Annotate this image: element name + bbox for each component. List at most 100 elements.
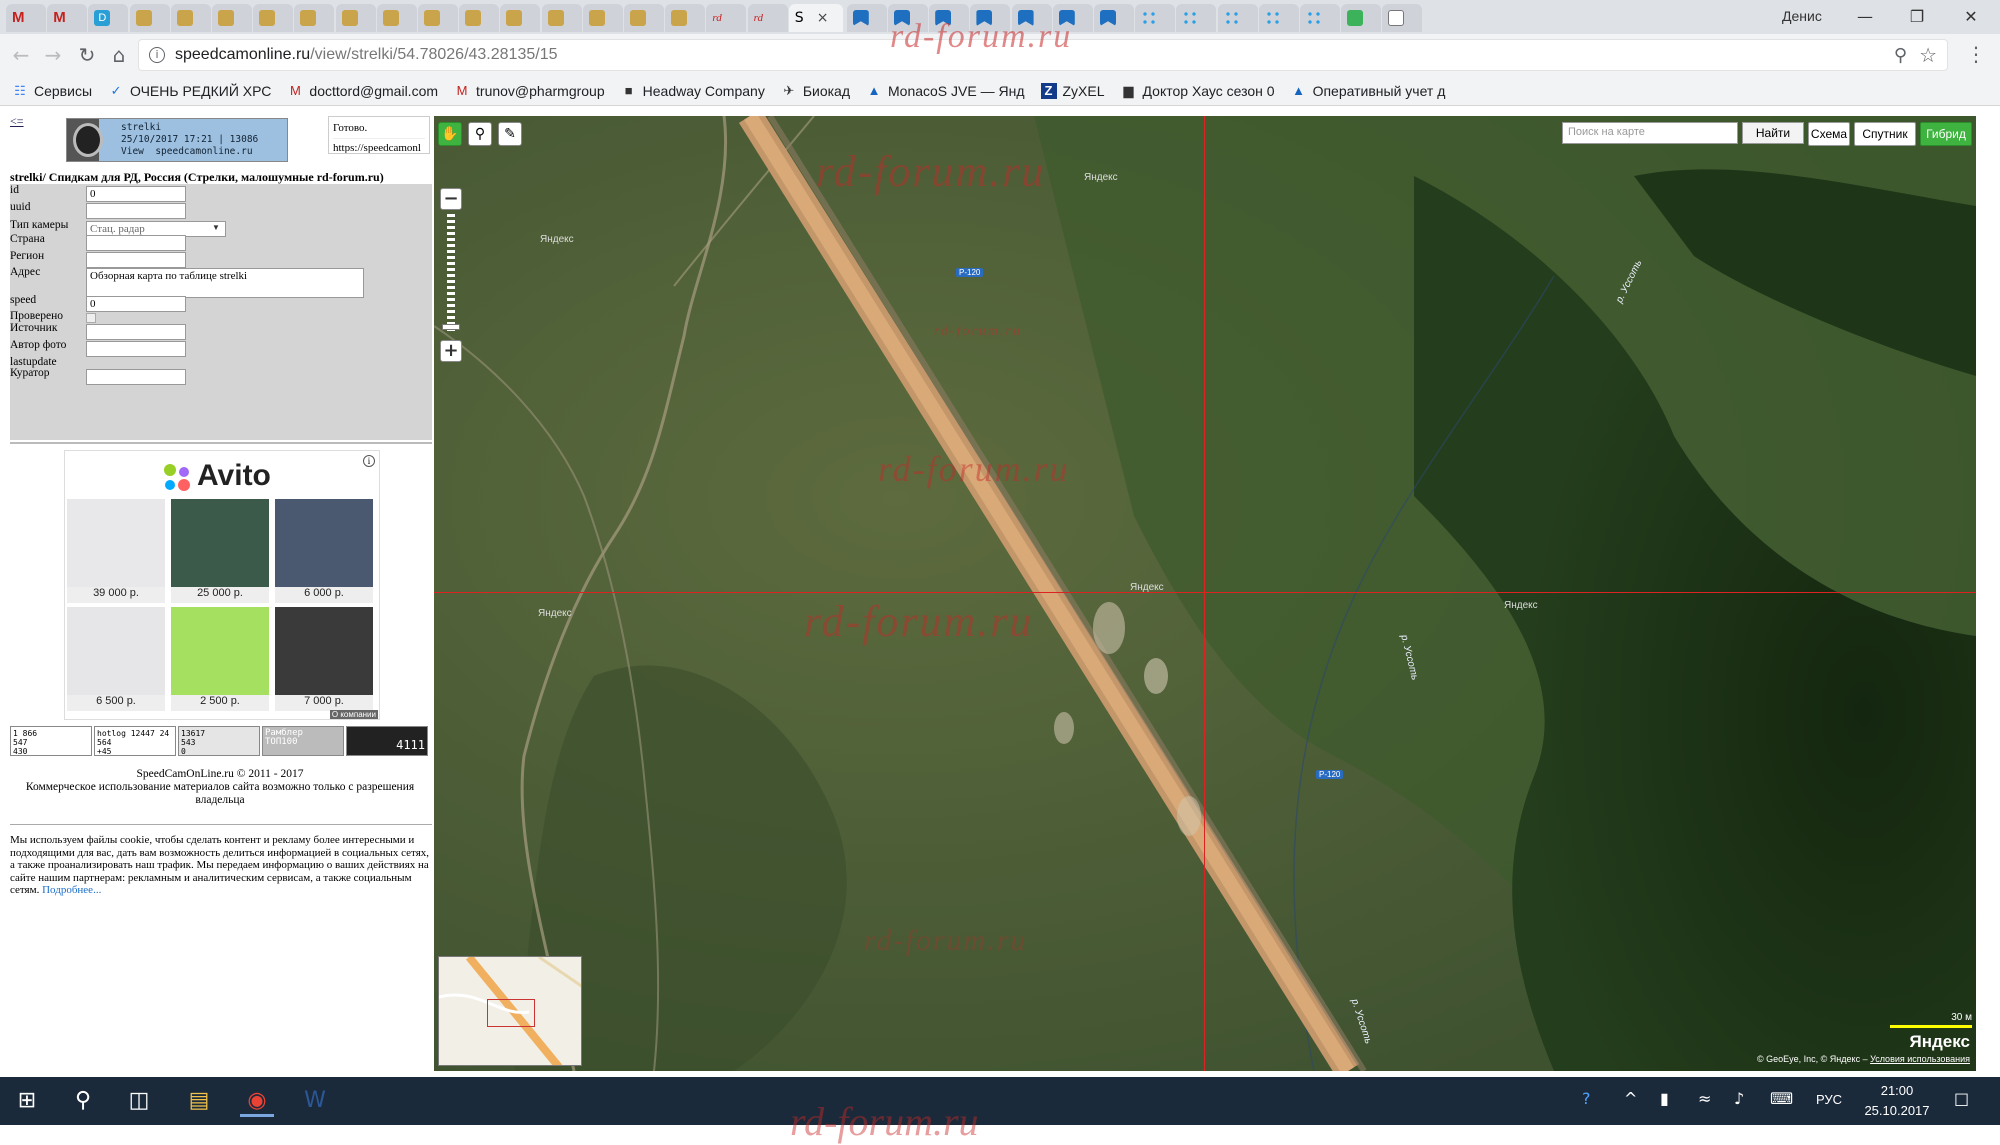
yandex-logo[interactable]: Яндекс — [1910, 1032, 1970, 1052]
file-explorer-icon[interactable]: ▤ — [182, 1085, 216, 1117]
browser-tab[interactable] — [253, 4, 294, 32]
keyboard-icon[interactable]: ⌨ — [1770, 1089, 1793, 1108]
terms-link[interactable]: Условия использования — [1870, 1054, 1970, 1064]
field-input[interactable] — [86, 235, 186, 251]
browser-tab[interactable] — [500, 4, 541, 32]
wifi-icon[interactable]: ≈ — [1698, 1089, 1711, 1108]
browser-tab[interactable] — [294, 4, 335, 32]
zoom-magnifier-icon[interactable]: ⚲ — [1894, 45, 1907, 66]
url-text[interactable]: speedcamonline.ru/view/strelki/54.78026/… — [175, 46, 557, 64]
battery-icon[interactable]: ▮ — [1660, 1089, 1669, 1108]
avito-item[interactable]: 39 000 р. — [67, 499, 165, 603]
restore-icon[interactable]: ❐ — [1894, 4, 1940, 30]
avito-logo[interactable]: Avito — [161, 459, 271, 493]
map-search-button[interactable]: Найти — [1742, 122, 1804, 144]
field-input[interactable]: 0 — [86, 186, 186, 202]
browser-tab[interactable] — [541, 4, 582, 32]
browser-tab[interactable] — [1094, 4, 1134, 32]
reload-icon[interactable]: ↻ — [74, 42, 100, 68]
field-input[interactable] — [86, 369, 186, 385]
bookmark-item[interactable]: ☷ Сервисы — [12, 83, 92, 99]
chrome-icon[interactable]: ◉ — [240, 1085, 274, 1117]
chevron-down-icon[interactable]: ▼ — [212, 223, 220, 232]
volume-icon[interactable]: ♪ — [1734, 1089, 1744, 1108]
map-type-hybrid[interactable]: Гибрид — [1920, 122, 1972, 146]
zoom-slider-handle[interactable] — [442, 324, 460, 330]
back-link[interactable]: <= — [10, 114, 24, 129]
bookmark-item[interactable]: ✓ ОЧЕНЬ РЕДКИЙ ХРС — [108, 83, 272, 99]
browser-tab[interactable]: rd — [747, 4, 788, 32]
input-language[interactable]: РУС — [1816, 1092, 1842, 1107]
browser-tab[interactable] — [335, 4, 376, 32]
field-input[interactable] — [86, 252, 186, 268]
avito-item[interactable]: 6 500 р. — [67, 607, 165, 711]
browser-tab[interactable]: rd — [706, 4, 747, 32]
browser-tab[interactable] — [376, 4, 417, 32]
task-view-icon[interactable]: ◫ — [122, 1085, 156, 1117]
field-input[interactable]: 0 — [86, 296, 186, 312]
browser-tab[interactable] — [1135, 4, 1176, 32]
browser-tab[interactable] — [1382, 4, 1423, 32]
browser-tab[interactable] — [582, 4, 623, 32]
avito-item[interactable]: 7 000 р. — [275, 607, 373, 711]
bookmark-item[interactable]: Z ZyXEL — [1040, 82, 1105, 99]
field-input[interactable] — [86, 203, 186, 219]
browser-tab[interactable] — [665, 4, 706, 32]
close-tab-icon[interactable]: × — [817, 10, 829, 26]
browser-tab[interactable] — [624, 4, 664, 32]
ruler-icon[interactable]: ✎ — [498, 122, 522, 146]
browser-tab[interactable] — [418, 4, 458, 32]
zoom-in-button[interactable]: + — [440, 340, 462, 362]
browser-tab[interactable]: D — [88, 4, 129, 32]
help-icon[interactable]: ? — [1582, 1089, 1591, 1108]
clock[interactable]: 21:00 25.10.2017 — [1862, 1081, 1932, 1121]
home-icon[interactable]: ⌂ — [106, 42, 132, 68]
browser-menu-icon[interactable]: ⋮ — [1966, 42, 1986, 66]
map-view[interactable]: rd-forum.ru rd-forum.ru rd-forum.ru rd-f… — [434, 116, 1976, 1071]
cookie-more-link[interactable]: Подробнее... — [42, 884, 101, 896]
site-counter[interactable]: hotlog 12447 24 564 +45 — [94, 726, 176, 756]
map-type-satellite[interactable]: Спутник — [1854, 122, 1916, 146]
bookmark-item[interactable]: ▆ Доктор Хаус сезон 0 — [1121, 83, 1275, 99]
close-window-icon[interactable]: ✕ — [1948, 4, 1994, 30]
site-counter[interactable]: Рамблер ТОП100 — [262, 726, 344, 756]
bookmark-item[interactable]: Mtrunov@pharmgroup — [454, 83, 605, 99]
info-icon[interactable]: i — [149, 47, 165, 63]
word-icon[interactable]: W — [298, 1085, 332, 1117]
field-input[interactable] — [86, 341, 186, 357]
about-company-link[interactable]: О компании — [329, 710, 378, 719]
drag-hand-icon[interactable]: ✋ — [438, 122, 462, 146]
browser-tab[interactable]: M — [47, 4, 88, 32]
bookmark-item[interactable]: ▲ MonacoS JVE — Янд — [866, 83, 1025, 99]
browser-tab[interactable] — [212, 4, 252, 32]
minimap[interactable] — [438, 956, 582, 1066]
map-search-input[interactable]: Поиск на карте — [1562, 122, 1738, 144]
map-type-scheme[interactable]: Схема — [1808, 122, 1850, 146]
avito-item[interactable]: 6 000 р. — [275, 499, 373, 603]
field-input[interactable] — [86, 324, 186, 340]
ad-info-icon[interactable]: i — [363, 455, 375, 467]
avito-ad-block[interactable]: Avito i 39 000 р. 25 000 р. 6 000 р. 6 500 … — [64, 450, 380, 720]
zoom-area-icon[interactable]: ⚲ — [468, 122, 492, 146]
zoom-slider-track[interactable] — [447, 214, 455, 334]
back-arrow-icon[interactable]: ← — [8, 42, 34, 68]
site-counter[interactable]: 13617 543 0 — [178, 726, 260, 756]
browser-tab[interactable] — [129, 4, 170, 32]
browser-tab[interactable] — [459, 4, 500, 32]
site-counter[interactable]: 4111 — [346, 726, 428, 756]
browser-tab[interactable] — [1176, 4, 1217, 32]
profile-name[interactable]: Денис — [1782, 8, 1822, 24]
bookmark-item[interactable]: ✈ Биокад — [781, 83, 850, 99]
browser-tab[interactable] — [1258, 4, 1299, 32]
bookmark-item[interactable]: ■ Headway Company — [621, 83, 765, 99]
zoom-out-button[interactable]: − — [440, 188, 462, 210]
browser-tab[interactable] — [1300, 4, 1340, 32]
avito-item[interactable]: 25 000 р. — [171, 499, 269, 603]
verified-checkbox[interactable] — [86, 313, 96, 323]
avito-item[interactable]: 2 500 р. — [171, 607, 269, 711]
minimap-viewport[interactable] — [487, 999, 535, 1027]
notifications-icon[interactable]: □ — [1954, 1089, 1969, 1108]
forward-arrow-icon[interactable]: → — [40, 42, 66, 68]
site-counter[interactable]: 1 866 547 430 — [10, 726, 92, 756]
bookmark-star-icon[interactable]: ☆ — [1919, 43, 1937, 67]
